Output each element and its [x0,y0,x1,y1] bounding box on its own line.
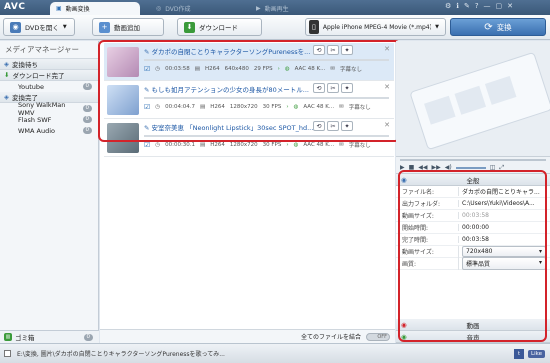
convert-label: 変換 [496,22,512,32]
converted-icon: ◈ [4,93,9,101]
file-details: ☑ ◷ 00:00:30.1 ▤ H264 1280x720 30 FPS › … [144,141,371,149]
open-dvd-button[interactable]: ◉ DVDを開く ▼ [3,18,75,36]
status-bar: E:\変換, 圖片\ダカポの自閉ことりキャラクターソングPurenessを歌って… [0,343,550,363]
sidebar-section-downloaded[interactable]: ⬇ ダウンロード完了 [0,70,98,81]
disc-icon: ◎ [156,5,162,12]
sidebar-item-youtube[interactable]: Youtube 0 [0,81,98,92]
checkbox[interactable] [4,350,11,357]
section-label: 変換待ち [12,61,38,69]
dvd-icon: ◉ [10,21,21,33]
download-icon: ⬇ [4,71,10,79]
tab-video-convert[interactable]: ▣ 動画変換 [50,2,140,15]
close-icon[interactable]: ✕ [507,2,513,10]
settings-icon[interactable]: ⚙ [445,2,451,10]
duration: 00:00:30.1 [165,142,196,148]
play-icon: ▶ [256,5,261,12]
film-icon: ▣ [56,5,62,12]
count-badge: 0 [82,127,92,134]
trash-label: ゴミ箱 [15,334,35,342]
highlight-properties [398,170,547,342]
maximize-icon[interactable]: ▢ [496,2,503,10]
sidebar-item-wma[interactable]: WMA Audio 0 [0,125,98,136]
convert-button[interactable]: ⟳ 変換 [450,18,546,36]
edit-icon[interactable]: ✎ [464,2,470,10]
tab-dvd-create[interactable]: ◎ DVD作成 [150,2,240,15]
combine-toggle[interactable]: OFF [366,332,390,341]
trash-icon: ▥ [4,333,12,341]
minimize-icon[interactable]: — [484,2,491,10]
refresh-icon: ⟳ [484,21,493,33]
clock-icon: ◷ [155,142,161,148]
count-badge: 0 [82,105,92,112]
pending-icon: ◈ [4,60,9,68]
codec: H264 [210,142,225,148]
download-button[interactable]: ⬇ ダウンロード [177,18,262,36]
chevron-down-icon: ▼ [435,24,439,30]
preview-area [396,41,550,156]
sidebar-section-pending[interactable]: ◈ 変換待ち [0,59,98,70]
add-video-label: 動画追加 [114,24,140,32]
checkbox[interactable]: ☑ [144,141,150,149]
subtitle[interactable]: 字幕なし [349,141,371,149]
profile-label: Apple iPhone MPEG-4 Movie (*.mp4) [322,23,432,31]
window-controls: ⚙ ℹ ✎ ? — ▢ ✕ [445,2,513,10]
add-video-icon: + [99,21,110,33]
combine-label: 全てのファイルを結合 [300,334,361,341]
fps: 30 FPS [262,142,282,148]
count-badge: 0 [82,116,92,123]
phone-icon: ▯ [309,20,319,34]
toolbar: ◉ DVDを開く ▼ + 動画追加 ⬇ ダウンロード ▯ Apple iPhon… [0,15,550,40]
sidebar-item-flash[interactable]: Flash SWF 0 [0,114,98,125]
status-text: E:\変換, 圖片\ダカポの自閉ことりキャラクターソングPurenessを歌って… [17,351,225,358]
combine-bar: 全てのファイルを結合 OFF [100,329,395,343]
profile-select[interactable]: ▯ Apple iPhone MPEG-4 Movie (*.mp4) ▼ [305,18,446,36]
tab-label: DVD作成 [165,6,191,13]
tab-label: 動画変換 [65,6,90,13]
sidebar-item-walkman[interactable]: Sony WalkMan WMV 0 [0,100,98,117]
trash-item[interactable]: ▥ ゴミ箱 0 [0,330,99,343]
sidebar-title: メディアマネージャー [0,41,98,59]
download-label: ダウンロード [199,24,238,32]
tab-video-play[interactable]: ▶ 動画再生 [250,2,340,15]
download-icon: ⬇ [184,21,195,33]
film-reel-graphic [410,52,550,150]
share-icon[interactable]: t [514,348,525,359]
resolution: 1280x720 [229,142,258,148]
count-badge: 0 [83,333,93,341]
speech-icon: ✉ [339,142,344,148]
tab-label: 動画再生 [264,6,289,13]
item-label: Sony WalkMan WMV [18,100,66,117]
add-video-button[interactable]: + 動画追加 [92,18,164,36]
title-bar: AVC ▣ 動画変換 ◎ DVD作成 ▶ 動画再生 ⚙ ℹ ✎ ? — ▢ ✕ [0,0,550,15]
section-label: ダウンロード完了 [12,72,65,80]
audio[interactable]: AAC 48 K... [303,142,334,148]
open-dvd-label: DVDを開く [25,24,59,32]
seek-bar[interactable] [400,159,546,161]
media-manager-sidebar: メディアマネージャー ◈ 変換待ち ⬇ ダウンロード完了 Youtube 0 ◈… [0,41,99,343]
item-label: Youtube [18,82,44,91]
item-label: WMA Audio [18,126,56,135]
volume-slider[interactable] [455,167,486,169]
arrow-icon: › [286,142,289,148]
facebook-like-button[interactable]: Like [528,349,545,358]
chevron-down-icon: ▼ [62,24,67,30]
help-icon[interactable]: ? [475,2,479,10]
item-label: Flash SWF [18,115,52,124]
video-codec-icon: ▤ [200,142,206,148]
highlight-file-list [98,40,401,142]
count-badge: 0 [82,83,92,90]
audio-icon: ◍ [293,142,299,148]
info-icon[interactable]: ℹ [456,2,459,10]
app-logo: AVC [4,2,26,12]
